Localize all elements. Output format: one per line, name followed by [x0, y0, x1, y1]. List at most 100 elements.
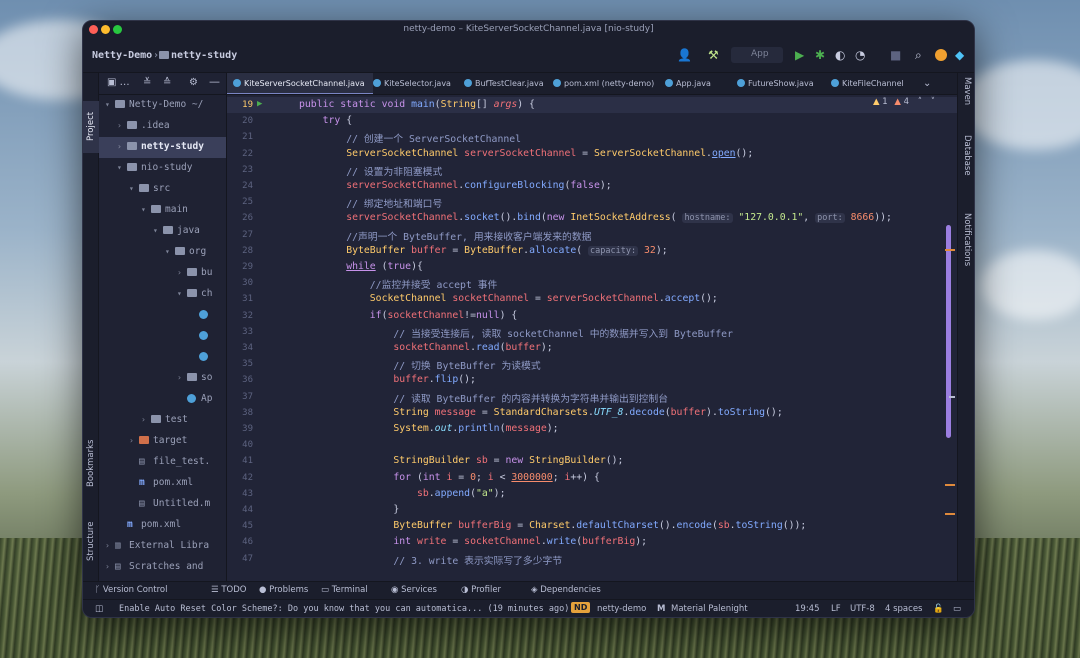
collapse-all-icon[interactable]: ≙ — [163, 77, 171, 88]
tool-window-button[interactable]: ◉ Services — [391, 585, 437, 595]
status-project[interactable]: netty-demo — [597, 604, 646, 614]
tree-item[interactable]: › netty-study — [99, 137, 226, 158]
caret-position[interactable]: 19:45 — [795, 604, 820, 614]
jetbrains-logo-icon[interactable]: ◆ — [955, 48, 964, 62]
update-icon[interactable] — [935, 49, 947, 61]
chevron-right-icon[interactable]: › — [105, 562, 110, 571]
code-line[interactable]: 26 serverSocketChannel.socket().bind(new… — [227, 210, 957, 226]
code-line[interactable]: 29 while (true){ — [227, 259, 957, 275]
code-line[interactable]: 39 System.out.println(message); — [227, 421, 957, 437]
editor-tab[interactable]: FutureShow.java — [731, 73, 822, 94]
view-mode-icon[interactable]: ▣ … — [107, 77, 130, 88]
tool-window-button[interactable]: ● Problems — [259, 585, 308, 595]
code-line[interactable]: 41 StringBuilder sb = new StringBuilder(… — [227, 453, 957, 469]
editor-tab[interactable]: pom.xml (netty-demo) — [547, 73, 662, 94]
chevron-right-icon[interactable]: › — [117, 142, 122, 151]
tree-item[interactable]: ▤ Untitled.m — [99, 494, 226, 515]
chevron-right-icon[interactable]: › — [141, 415, 146, 424]
line-separator[interactable]: LF — [831, 604, 841, 614]
status-theme[interactable]: Material Palenight — [671, 604, 748, 614]
code-line[interactable]: 33 // 当接受连接后, 读取 socketChannel 中的数据并写入到 … — [227, 324, 957, 340]
chevron-down-icon[interactable]: ▾ — [129, 184, 134, 193]
code-line[interactable]: 34 socketChannel.read(buffer); — [227, 340, 957, 356]
coverage-icon[interactable]: ◐ — [835, 48, 845, 62]
chevron-down-icon[interactable]: ▾ — [177, 289, 182, 298]
profile-icon[interactable]: ◔ — [855, 48, 865, 62]
run-config-select[interactable]: App — [731, 47, 783, 63]
code-line[interactable]: 32 if(socketChannel!=null) { — [227, 308, 957, 324]
code-line[interactable]: 37 // 读取 ByteBuffer 的内容并转换为字符串并输出到控制台 — [227, 389, 957, 405]
scroll-marker[interactable] — [945, 484, 955, 486]
database-tool-label[interactable]: Database — [962, 135, 972, 176]
code-line[interactable]: 42 for (int i = 0; i < 3000000; i++) { — [227, 470, 957, 486]
tool-window-button[interactable]: ◑ Profiler — [461, 585, 501, 595]
chevron-down-icon[interactable]: ▾ — [141, 205, 146, 214]
tree-item[interactable]: › .idea — [99, 116, 226, 137]
tree-item[interactable]: ▾ ch — [99, 284, 226, 305]
tree-item[interactable]: m pom.xml — [99, 515, 226, 536]
next-highlight-chevron-down-icon[interactable]: ˅ — [931, 97, 935, 107]
code-line[interactable]: 43 sb.append("a"); — [227, 486, 957, 502]
code-line[interactable]: 25 // 绑定地址和端口号 — [227, 194, 957, 210]
file-encoding[interactable]: UTF-8 — [850, 604, 875, 614]
breadcrumb-project[interactable]: Netty-Demo — [92, 50, 152, 61]
code-line[interactable]: 27 //声明一个 ByteBuffer, 用来接收客户端发来的数据 — [227, 227, 957, 243]
code-line[interactable]: 46 int write = socketChannel.write(buffe… — [227, 534, 957, 550]
user-icon[interactable]: 👤 — [677, 48, 692, 62]
editor-scrollbar[interactable] — [946, 225, 951, 438]
code-line[interactable]: 44 } — [227, 502, 957, 518]
chevron-down-icon[interactable]: ▾ — [105, 100, 110, 109]
tree-item[interactable] — [99, 347, 226, 368]
scroll-marker[interactable] — [949, 396, 955, 398]
settings-gear-icon[interactable]: ⚙ — [189, 77, 198, 88]
code-line[interactable]: 35 // 切换 ByteBuffer 为读模式 — [227, 356, 957, 372]
chevron-right-icon[interactable]: › — [117, 121, 122, 130]
code-line[interactable]: 19 ▶ public static void main(String[] args… — [227, 97, 957, 114]
project-tool-label[interactable]: Project — [86, 112, 96, 141]
indent-setting[interactable]: 4 spaces — [885, 604, 922, 614]
tree-item[interactable]: ▾ src — [99, 179, 226, 200]
editor-tab[interactable]: App.java — [659, 73, 719, 94]
tree-item[interactable]: m pom.xml — [99, 473, 226, 494]
code-line[interactable]: 45 ByteBuffer bufferBig = Charset.defaul… — [227, 518, 957, 534]
notifications-tool-label[interactable]: Notifications — [962, 213, 972, 266]
code-line[interactable]: 28 ByteBuffer buffer = ByteBuffer.alloca… — [227, 243, 957, 259]
tree-item[interactable]: ▾ nio-study — [99, 158, 226, 179]
scroll-marker[interactable] — [945, 249, 955, 251]
editor-tab[interactable]: BufTestClear.java — [458, 73, 552, 94]
tree-item[interactable]: ▾ java — [99, 221, 226, 242]
tree-item[interactable]: › bu — [99, 263, 226, 284]
tree-item[interactable]: ▤ file_test. — [99, 452, 226, 473]
chevron-right-icon[interactable]: › — [177, 373, 182, 382]
code-line[interactable]: 21 // 创建一个 ServerSocketChannel — [227, 129, 957, 145]
maven-tool-label[interactable]: Maven — [962, 77, 972, 105]
tool-window-button[interactable]: ☰ TODO — [211, 585, 246, 595]
memory-icon[interactable]: ▭ — [953, 604, 961, 614]
editor-tab[interactable]: KiteServerSocketChannel.java — [227, 73, 373, 94]
chevron-down-icon[interactable]: ▾ — [153, 226, 158, 235]
code-line[interactable]: 24 serverSocketChannel.configureBlocking… — [227, 178, 957, 194]
stop-icon[interactable]: ■ — [890, 48, 901, 62]
build-hammer-icon[interactable]: ⚒ — [708, 48, 719, 62]
structure-tool-label[interactable]: Structure — [86, 521, 96, 561]
tree-item[interactable] — [99, 326, 226, 347]
tabs-overflow-chevron-down-icon[interactable]: ⌄ — [923, 78, 931, 89]
debug-icon[interactable]: ✱ — [815, 48, 825, 62]
tree-item[interactable]: ▾ main — [99, 200, 226, 221]
search-icon[interactable]: ⌕ — [915, 48, 922, 63]
tool-window-button[interactable]: ◈ Dependencies — [531, 585, 601, 595]
lock-icon[interactable]: 🔓 — [933, 604, 944, 614]
code-line[interactable]: 20 try { — [227, 113, 957, 129]
chevron-right-icon[interactable]: › — [105, 541, 110, 550]
run-gutter-icon[interactable]: ▶ — [257, 99, 262, 109]
scroll-marker[interactable] — [945, 513, 955, 515]
tree-item[interactable]: › ▤ Scratches and — [99, 557, 226, 578]
tree-item[interactable]: › test — [99, 410, 226, 431]
code-line[interactable]: 36 buffer.flip(); — [227, 372, 957, 388]
chevron-right-icon[interactable]: › — [177, 268, 182, 277]
code-line[interactable]: 38 String message = StandardCharsets.UTF… — [227, 405, 957, 421]
tree-item[interactable] — [99, 305, 226, 326]
tree-item[interactable]: › so — [99, 368, 226, 389]
toggle-panels-icon[interactable]: ◫ — [95, 604, 103, 614]
code-line[interactable]: 22 ServerSocketChannel serverSocketChann… — [227, 146, 957, 162]
